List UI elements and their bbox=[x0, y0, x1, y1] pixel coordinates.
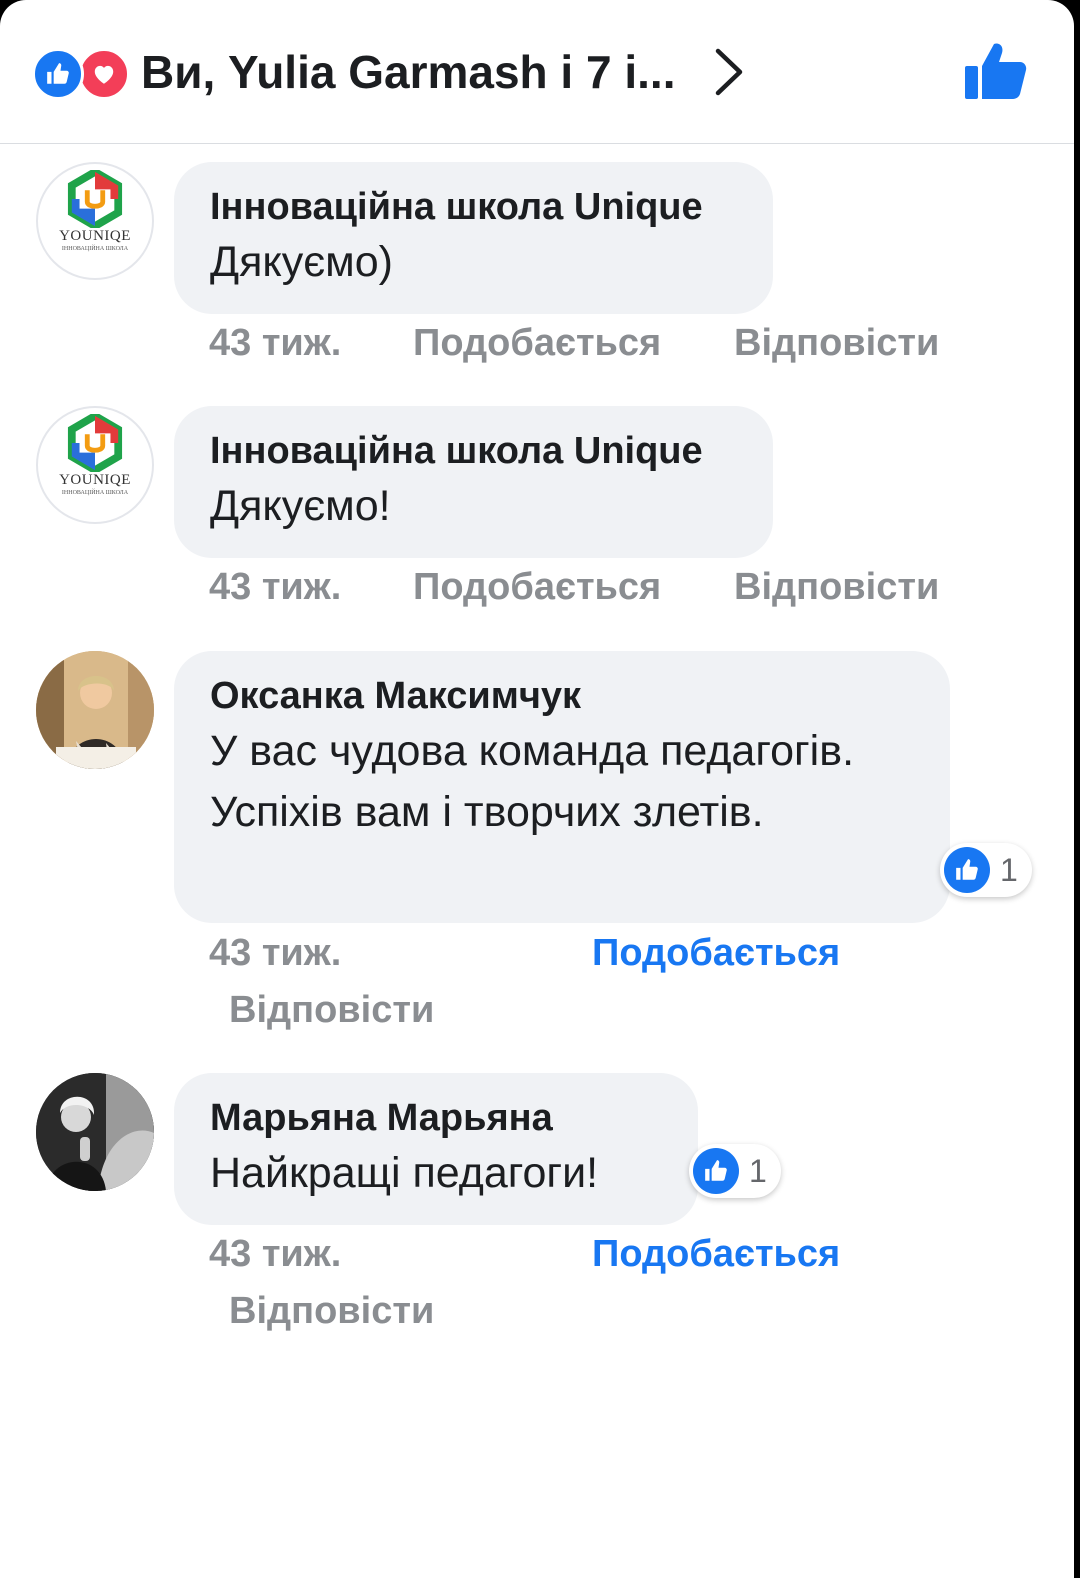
love-reaction-icon bbox=[78, 48, 130, 100]
comment-author[interactable]: Марьяна Марьяна bbox=[210, 1093, 668, 1143]
comment-text: Дякуємо) bbox=[210, 238, 393, 286]
comment-bubble[interactable]: Марьяна Марьяна Найкращі педагоги! bbox=[174, 1073, 698, 1225]
avatar[interactable] bbox=[36, 651, 154, 769]
reply-link[interactable]: Відповісти bbox=[734, 322, 939, 365]
reply-link[interactable]: Відповісти bbox=[229, 1290, 434, 1333]
comment: YOUNIQE ІННОВАЦІЙНА ШКОЛА Інноваційна шк… bbox=[0, 406, 1074, 626]
school-logo-icon bbox=[67, 414, 123, 472]
reaction-count: 1 bbox=[1000, 851, 1018, 888]
chevron-right-icon[interactable] bbox=[710, 47, 746, 97]
comment: Оксанка Максимчук У вас чудова команда п… bbox=[0, 651, 1074, 1051]
comment-text: У вас чудова команда педагогів. Успіхів … bbox=[210, 727, 855, 836]
reaction-count-badge[interactable]: 1 bbox=[689, 1144, 781, 1198]
like-reaction-icon bbox=[32, 48, 84, 100]
logo-subtitle: ІННОВАЦІЙНА ШКОЛА bbox=[61, 246, 129, 252]
reactions-summary[interactable]: Ви, Yulia Garmash і 7 і... bbox=[141, 44, 675, 100]
comment-text: Дякуємо! bbox=[210, 482, 391, 530]
comment-bubble[interactable]: Інноваційна школа Unique Дякуємо! bbox=[174, 406, 773, 558]
comment: YOUNIQE ІННОВАЦІЙНА ШКОЛА Інноваційна шк… bbox=[0, 162, 1074, 382]
school-logo-icon bbox=[67, 170, 123, 228]
avatar[interactable] bbox=[36, 1073, 154, 1191]
comment-time[interactable]: 43 тиж. bbox=[209, 322, 341, 365]
reply-link[interactable]: Відповісти bbox=[229, 989, 434, 1032]
like-link[interactable]: Подобається bbox=[592, 1233, 840, 1276]
comments-sheet: Ви, Yulia Garmash і 7 і... YOUNIQE ІННОВ… bbox=[0, 0, 1074, 1578]
comment-text: Найкращі педагоги! bbox=[210, 1149, 599, 1197]
comment-author[interactable]: Оксанка Максимчук bbox=[210, 671, 890, 721]
logo-subtitle: ІННОВАЦІЙНА ШКОЛА bbox=[61, 490, 129, 496]
comment-bubble[interactable]: Інноваційна школа Unique Дякуємо) bbox=[174, 162, 773, 314]
comment: Марьяна Марьяна Найкращі педагоги! 1 43 … bbox=[0, 1073, 1074, 1363]
user-photo bbox=[36, 1073, 154, 1191]
comment-time[interactable]: 43 тиж. bbox=[209, 1233, 341, 1276]
thumbs-up-icon[interactable] bbox=[962, 40, 1028, 102]
reaction-count-badge[interactable]: 1 bbox=[940, 843, 1032, 897]
avatar[interactable]: YOUNIQE ІННОВАЦІЙНА ШКОЛА bbox=[36, 162, 154, 280]
logo-wordmark: YOUNIQE bbox=[59, 228, 131, 244]
avatar[interactable]: YOUNIQE ІННОВАЦІЙНА ШКОЛА bbox=[36, 406, 154, 524]
reactions-header[interactable]: Ви, Yulia Garmash і 7 і... bbox=[0, 0, 1074, 144]
like-reaction-icon bbox=[693, 1148, 739, 1194]
user-photo bbox=[36, 651, 154, 769]
comment-time[interactable]: 43 тиж. bbox=[209, 932, 341, 975]
comment-time[interactable]: 43 тиж. bbox=[209, 566, 341, 609]
comment-author[interactable]: Інноваційна школа Unique bbox=[210, 182, 737, 232]
comment-author[interactable]: Інноваційна школа Unique bbox=[210, 426, 737, 476]
like-link[interactable]: Подобається bbox=[413, 566, 661, 609]
like-reaction-icon bbox=[944, 847, 990, 893]
reply-link[interactable]: Відповісти bbox=[734, 566, 939, 609]
comment-bubble[interactable]: Оксанка Максимчук У вас чудова команда п… bbox=[174, 651, 950, 923]
like-link[interactable]: Подобається bbox=[592, 932, 840, 975]
like-link[interactable]: Подобається bbox=[413, 322, 661, 365]
reaction-count: 1 bbox=[749, 1152, 767, 1189]
logo-wordmark: YOUNIQE bbox=[59, 472, 131, 488]
